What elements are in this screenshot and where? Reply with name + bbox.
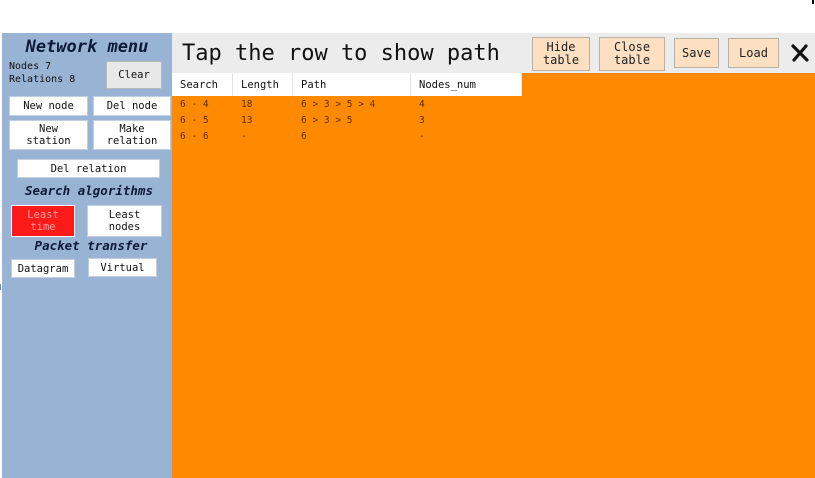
header-bar: Tap the row to show path Hide table Clos… (172, 33, 815, 73)
relations-count: Relations 8 (9, 74, 76, 85)
cell-path: 6 > 3 > 5 (301, 115, 353, 126)
table-row[interactable]: 6 - 5 13 6 > 3 > 5 3 (172, 113, 522, 129)
cell-nodes-num: 4 (419, 99, 425, 110)
corner-mark (812, 0, 814, 4)
cell-path: 6 (301, 131, 307, 142)
virtual-button[interactable]: Virtual (88, 258, 157, 277)
cell-search: 6 - 5 (180, 115, 209, 126)
close-icon[interactable] (788, 39, 812, 67)
nodes-count: Nodes 7 (9, 61, 52, 72)
column-header-search: Search (172, 73, 233, 96)
path-table-area: Search Length Path Nodes_num 6 - 4 18 6 … (172, 73, 815, 478)
page-title: Tap the row to show path (182, 41, 500, 66)
save-button[interactable]: Save (674, 38, 719, 68)
edge-mark (0, 284, 1, 290)
cell-length: 18 (241, 99, 253, 110)
search-algorithms-heading: Search algorithms (25, 183, 153, 198)
del-node-button[interactable]: Del node (93, 96, 171, 116)
table-row[interactable]: 6 - 6 - 6 - (172, 129, 522, 145)
del-relation-button[interactable]: Del relation (17, 159, 160, 178)
network-menu-sidebar: Network menu Nodes 7 Relations 8 Clear N… (2, 33, 172, 478)
cell-nodes-num: - (419, 131, 425, 142)
cell-nodes-num: 3 (419, 115, 425, 126)
packet-transfer-heading: Packet transfer (34, 238, 148, 253)
cell-length: - (241, 131, 247, 142)
column-header-nodes-num: Nodes_num (411, 73, 522, 96)
column-header-length: Length (233, 73, 293, 96)
least-nodes-button[interactable]: Least nodes (87, 205, 162, 237)
column-header-path: Path (293, 73, 411, 96)
cell-search: 6 - 4 (180, 99, 209, 110)
hide-table-button[interactable]: Hide table (532, 37, 590, 71)
new-station-button[interactable]: New station (9, 120, 88, 150)
cell-path: 6 > 3 > 5 > 4 (301, 99, 376, 110)
table-row[interactable]: 6 - 4 18 6 > 3 > 5 > 4 4 (172, 97, 522, 113)
cell-length: 13 (241, 115, 253, 126)
make-relation-button[interactable]: Make relation (93, 120, 171, 150)
close-table-button[interactable]: Close table (599, 37, 665, 71)
new-node-button[interactable]: New node (9, 96, 88, 116)
sidebar-title: Network menu (25, 37, 149, 57)
least-time-button[interactable]: Least time (11, 205, 75, 237)
load-button[interactable]: Load (728, 38, 779, 68)
datagram-button[interactable]: Datagram (11, 259, 75, 278)
table-body: 6 - 4 18 6 > 3 > 5 > 4 4 6 - 5 13 6 > 3 … (172, 97, 522, 145)
close-x-glyph (791, 44, 809, 62)
table-header: Search Length Path Nodes_num (172, 73, 522, 96)
cell-search: 6 - 6 (180, 131, 209, 142)
clear-button[interactable]: Clear (106, 61, 162, 89)
